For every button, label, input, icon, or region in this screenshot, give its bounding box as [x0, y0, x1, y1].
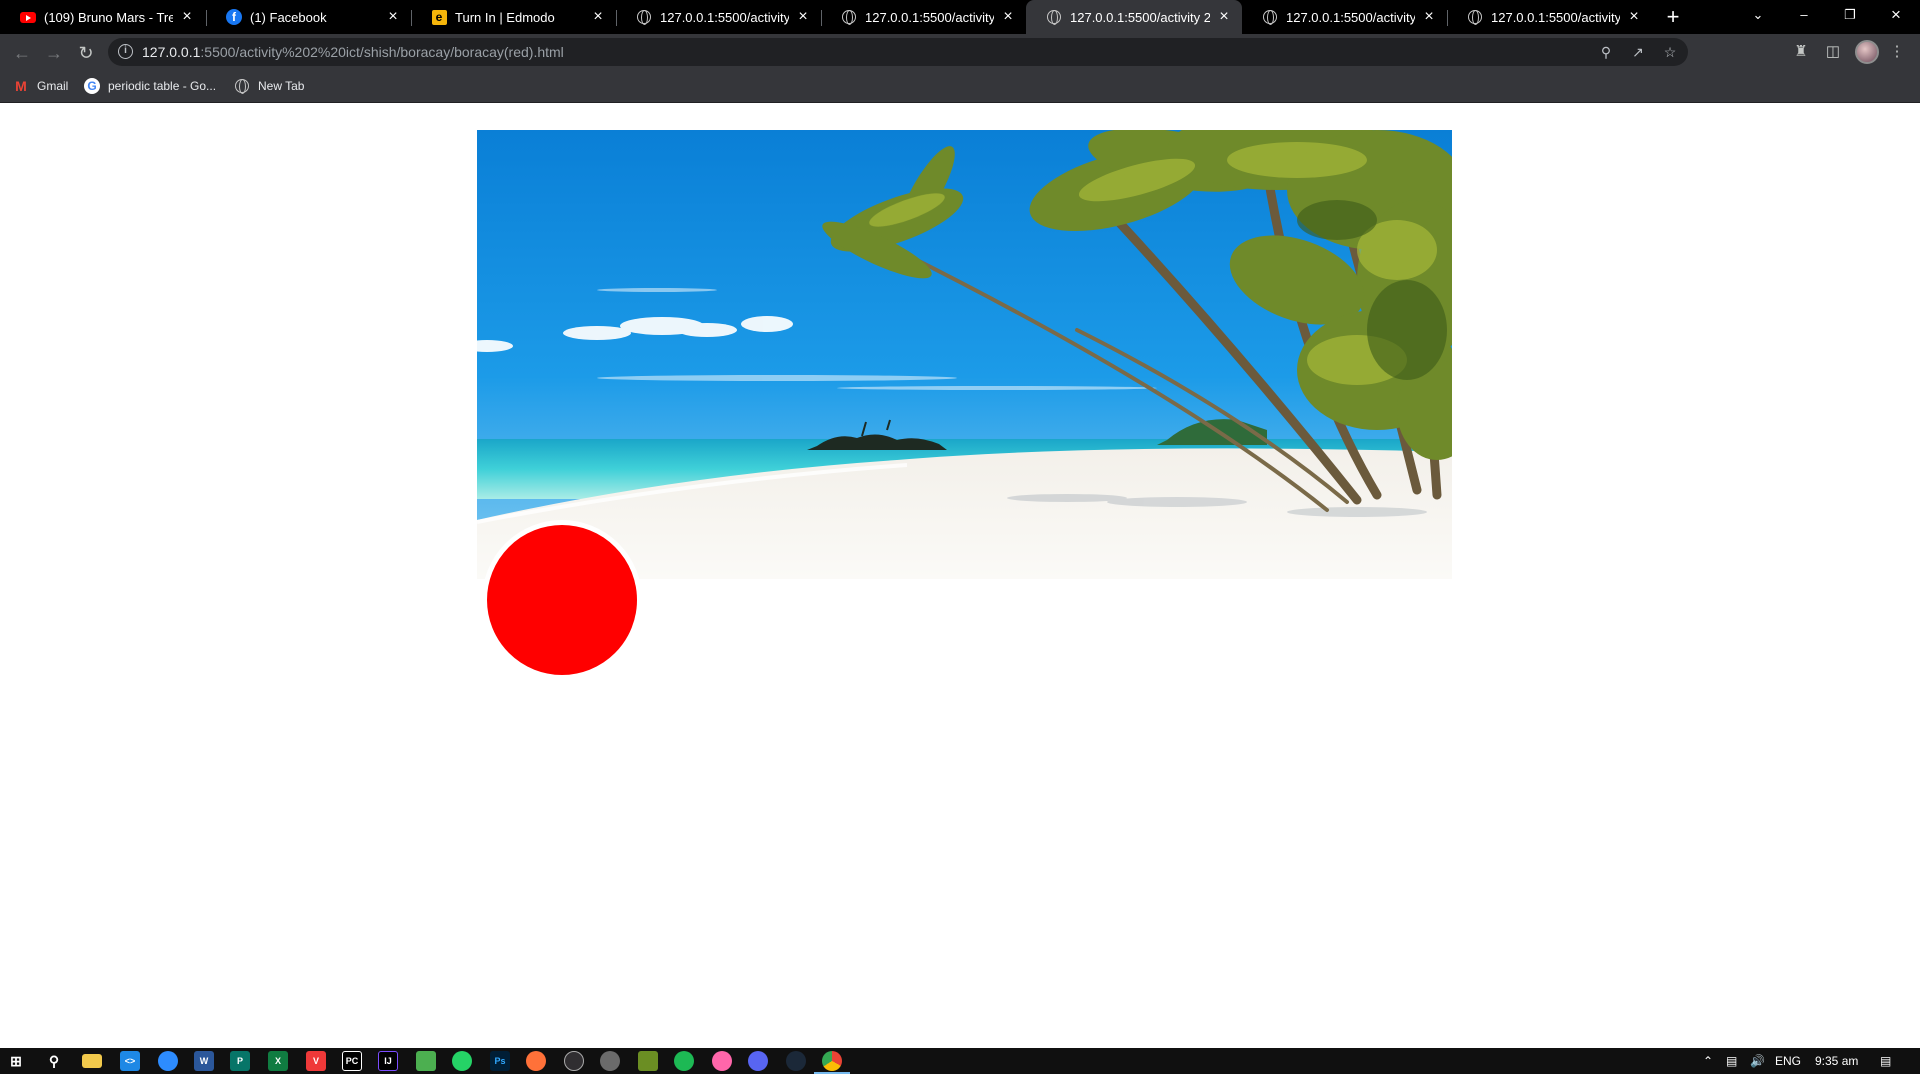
globe-icon: [1262, 9, 1278, 25]
menu-kebab-icon[interactable]: ⋮: [1885, 40, 1909, 64]
globe-icon: [636, 9, 652, 25]
vscode-icon[interactable]: <>: [120, 1051, 140, 1071]
info-icon[interactable]: i: [118, 44, 133, 59]
red-circle: [482, 520, 642, 680]
start-icon[interactable]: ⊞: [6, 1051, 26, 1071]
extensions-puzzle-icon[interactable]: ♜: [1789, 40, 1813, 64]
tab-title: (109) Bruno Mars - Treasure: [44, 9, 173, 25]
tab-title: (1) Facebook: [250, 9, 327, 25]
tab-title: 127.0.0.1:5500/activity 2 ict: [1491, 9, 1620, 25]
close-icon[interactable]: ×: [1626, 9, 1642, 25]
tab-strip: (109) Bruno Mars - Treasure × f (1) Face…: [0, 0, 1920, 34]
tab-title: 127.0.0.1:5500/activity 2 ict: [660, 9, 789, 25]
close-icon[interactable]: ×: [1000, 9, 1016, 25]
reload-icon[interactable]: ↻: [72, 39, 100, 67]
tab-localhost[interactable]: 127.0.0.1:5500/activity 2 ict ×: [1242, 0, 1447, 34]
zoom-icon[interactable]: ⚲: [1597, 43, 1615, 61]
globe-icon: [1467, 9, 1483, 25]
bookmarks-bar: M Gmail G periodic table - Go... New Tab: [0, 71, 1920, 103]
chrome-icon[interactable]: [814, 1051, 850, 1074]
tab-localhost[interactable]: 127.0.0.1:5500/activity 2 ict ×: [821, 0, 1026, 34]
tab-localhost[interactable]: 127.0.0.1:5500/activity 2 ict ×: [616, 0, 821, 34]
search-icon[interactable]: ⚲: [44, 1051, 64, 1071]
tab-localhost-active[interactable]: 127.0.0.1:5500/activity 2 ict ×: [1026, 0, 1242, 34]
spotify-icon[interactable]: [674, 1051, 694, 1071]
globe-icon: [234, 78, 250, 94]
bookmark-label: periodic table - Go...: [108, 79, 217, 93]
browser-toolbar: ← → ↻ i 127.0.0.1:5500/activity%202%20ic…: [0, 34, 1920, 71]
page-viewport: [0, 103, 1920, 1048]
address-bar[interactable]: i 127.0.0.1:5500/activity%202%20ict/shis…: [108, 38, 1688, 66]
url-host: 127.0.0.1: [142, 44, 201, 60]
side-panel-icon[interactable]: ◫: [1821, 40, 1845, 64]
close-icon[interactable]: ×: [385, 9, 401, 25]
close-icon[interactable]: ×: [590, 9, 606, 25]
minimize-button[interactable]: –: [1781, 0, 1827, 30]
zoom-icon[interactable]: [158, 1051, 178, 1071]
beach-illustration: [477, 130, 1452, 579]
edmodo-icon: e: [431, 9, 447, 25]
publisher-icon[interactable]: P: [230, 1051, 250, 1071]
share-icon[interactable]: ↗: [1629, 43, 1647, 61]
vivaldi-icon[interactable]: V: [306, 1051, 326, 1071]
osu-icon[interactable]: [712, 1051, 732, 1071]
photoshop-icon[interactable]: Ps: [490, 1051, 510, 1071]
tab-facebook[interactable]: f (1) Facebook ×: [206, 0, 411, 34]
minecraft-icon[interactable]: [638, 1051, 658, 1071]
notifications-icon[interactable]: ▤: [1880, 1052, 1891, 1070]
bookmark-label: New Tab: [258, 79, 305, 93]
tab-title: 127.0.0.1:5500/activity 2 ict: [865, 9, 994, 25]
tray-chevron-icon[interactable]: ⌃: [1703, 1052, 1713, 1070]
close-icon[interactable]: ×: [795, 9, 811, 25]
close-window-button[interactable]: ×: [1873, 0, 1919, 30]
language-indicator[interactable]: ENG: [1775, 1052, 1801, 1070]
url-text[interactable]: 127.0.0.1:5500/activity%202%20ict/shish/…: [142, 44, 564, 60]
tab-localhost[interactable]: 127.0.0.1:5500/activity 2 ict ×: [1447, 0, 1652, 34]
gmail-icon: M: [15, 78, 27, 94]
close-icon[interactable]: ×: [1421, 9, 1437, 25]
bookmark-periodic-table[interactable]: G periodic table - Go...: [84, 78, 216, 94]
windows-taskbar: ⊞ ⚲ <> W P X V PC IJ Ps ⌃ ▤ 🔊 ENG 9:35 a…: [0, 1048, 1920, 1074]
close-icon[interactable]: ×: [1216, 9, 1232, 25]
youtube-icon: [20, 9, 36, 25]
new-tab-button[interactable]: +: [1660, 4, 1686, 30]
tab-search-chevron-icon[interactable]: ⌄: [1735, 0, 1781, 30]
globe-icon: [1046, 9, 1062, 25]
beach-image: [477, 130, 1452, 579]
tab-youtube[interactable]: (109) Bruno Mars - Treasure ×: [0, 0, 205, 34]
restore-button[interactable]: ❐: [1827, 0, 1873, 30]
davinci-icon[interactable]: [600, 1051, 620, 1071]
intellij-icon[interactable]: IJ: [378, 1051, 398, 1071]
pycharm-icon[interactable]: PC: [342, 1051, 362, 1071]
forward-arrow-icon[interactable]: →: [40, 39, 68, 67]
url-path: :5500/activity%202%20ict/shish/boracay/b…: [200, 44, 564, 60]
file-explorer-icon[interactable]: [82, 1054, 102, 1068]
bookmark-new-tab[interactable]: New Tab: [234, 78, 304, 94]
globe-icon: [841, 9, 857, 25]
discord-icon[interactable]: [748, 1051, 768, 1071]
network-icon[interactable]: ▤: [1726, 1052, 1737, 1070]
obs-icon[interactable]: [564, 1051, 584, 1071]
steam-icon[interactable]: [786, 1051, 806, 1071]
word-icon[interactable]: W: [194, 1051, 214, 1071]
clock[interactable]: 9:35 am: [1815, 1052, 1858, 1070]
excel-icon[interactable]: X: [268, 1051, 288, 1071]
bookmark-star-icon[interactable]: ☆: [1661, 43, 1679, 61]
bookmark-gmail[interactable]: M Gmail: [13, 78, 68, 94]
whatsapp-icon[interactable]: [452, 1051, 472, 1071]
facebook-icon: f: [226, 9, 242, 25]
minecraft-launcher-icon[interactable]: [416, 1051, 436, 1071]
bookmark-label: Gmail: [37, 79, 69, 93]
back-arrow-icon[interactable]: ←: [8, 39, 36, 67]
firefox-icon[interactable]: [526, 1051, 546, 1071]
tab-title: Turn In | Edmodo: [455, 9, 555, 25]
tab-title: 127.0.0.1:5500/activity 2 ict: [1286, 9, 1415, 25]
volume-icon[interactable]: 🔊: [1750, 1052, 1765, 1070]
profile-avatar[interactable]: [1855, 40, 1879, 64]
google-icon: G: [84, 78, 100, 94]
tab-title: 127.0.0.1:5500/activity 2 ict: [1070, 9, 1210, 25]
tab-edmodo[interactable]: e Turn In | Edmodo ×: [411, 0, 616, 34]
close-icon[interactable]: ×: [179, 9, 195, 25]
